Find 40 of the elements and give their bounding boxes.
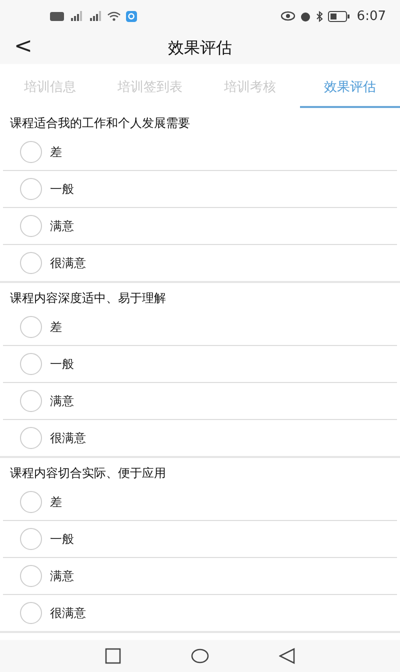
- radio-option[interactable]: 很满意: [3, 595, 397, 631]
- radio-button[interactable]: [20, 316, 42, 338]
- radio-button[interactable]: [20, 215, 42, 237]
- radio-button[interactable]: [20, 141, 42, 163]
- question-text: 课程内容切合实际、便于应用: [9, 465, 167, 482]
- eye-icon: [280, 11, 295, 21]
- radio-option[interactable]: 差: [3, 134, 397, 171]
- radio-button[interactable]: [20, 491, 42, 513]
- radio-option[interactable]: 满意: [3, 383, 397, 420]
- home-icon: [191, 648, 209, 664]
- app-icon: [126, 10, 137, 22]
- back-button[interactable]: <: [8, 34, 38, 59]
- signal-icon: [88, 11, 102, 21]
- battery-icon: [328, 10, 350, 22]
- radio-option[interactable]: 很满意: [3, 245, 397, 281]
- recent-apps-icon: [105, 648, 121, 664]
- radio-button[interactable]: [20, 565, 42, 587]
- radio-option[interactable]: 差: [3, 484, 397, 521]
- radio-option[interactable]: 差: [3, 309, 397, 346]
- radio-option[interactable]: 一般: [3, 521, 397, 558]
- clock-text: 6:07: [356, 8, 386, 24]
- radio-button[interactable]: [20, 178, 42, 200]
- back-icon: [279, 648, 295, 664]
- question-text: 课程内容深度适中、易于理解: [9, 290, 167, 307]
- radio-option[interactable]: 一般: [3, 171, 397, 208]
- radio-option[interactable]: 满意: [3, 208, 397, 245]
- radio-button[interactable]: [20, 390, 42, 412]
- radio-button[interactable]: [20, 353, 42, 375]
- radio-button[interactable]: [20, 528, 42, 550]
- wifi-icon: [107, 11, 121, 21]
- radio-option[interactable]: 满意: [3, 558, 397, 595]
- question-text: 课程适合我的工作和个人发展需要: [9, 115, 191, 132]
- radio-option[interactable]: 一般: [3, 346, 397, 383]
- radio-button[interactable]: [20, 602, 42, 624]
- bluetooth-icon: [316, 10, 323, 22]
- signal-icon: [69, 11, 83, 21]
- radio-button[interactable]: [20, 252, 42, 274]
- radio-button[interactable]: [20, 427, 42, 449]
- radio-option[interactable]: 很满意: [3, 420, 397, 456]
- page-title: 效果评估: [168, 38, 232, 58]
